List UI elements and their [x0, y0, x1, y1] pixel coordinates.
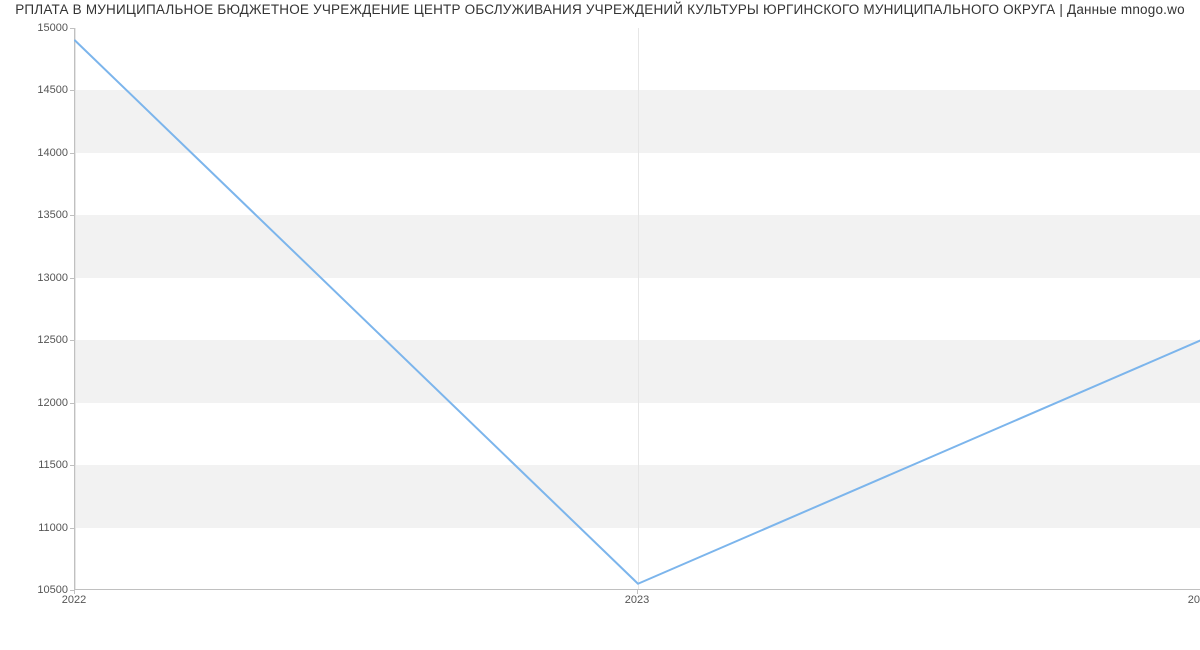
y-tick-label: 15000 [37, 22, 68, 34]
y-tick-mark [70, 215, 74, 216]
y-tick-label: 13500 [37, 209, 68, 221]
y-tick-label: 11000 [38, 522, 68, 534]
y-tick-label: 14500 [37, 84, 68, 96]
x-tick-mark [637, 590, 638, 594]
y-tick-label: 12500 [37, 334, 68, 346]
y-tick-mark [70, 90, 74, 91]
chart-container: РПЛАТА В МУНИЦИПАЛЬНОЕ БЮДЖЕТНОЕ УЧРЕЖДЕ… [0, 0, 1200, 650]
y-tick-mark [70, 528, 74, 529]
x-tick-label: 2022 [62, 594, 86, 606]
chart-title: РПЛАТА В МУНИЦИПАЛЬНОЕ БЮДЖЕТНОЕ УЧРЕЖДЕ… [0, 2, 1200, 17]
y-tick-label: 14000 [37, 147, 68, 159]
plot-area [74, 28, 1200, 590]
line-series [75, 28, 1200, 589]
y-tick-mark [70, 278, 74, 279]
y-tick-mark [70, 340, 74, 341]
y-tick-label: 11500 [38, 459, 68, 471]
y-tick-mark [70, 465, 74, 466]
y-tick-mark [70, 403, 74, 404]
x-tick-label: 2023 [625, 594, 649, 606]
y-tick-label: 13000 [37, 272, 68, 284]
y-tick-mark [70, 153, 74, 154]
series-path [75, 40, 1200, 583]
x-tick-label: 2024 [1188, 594, 1200, 606]
x-tick-mark [74, 590, 75, 594]
y-tick-mark [70, 28, 74, 29]
y-tick-label: 12000 [37, 397, 68, 409]
